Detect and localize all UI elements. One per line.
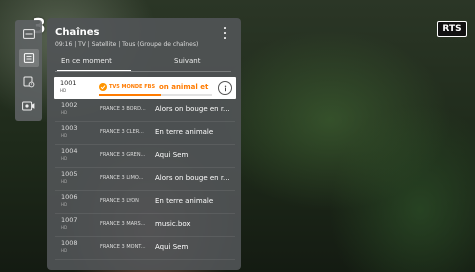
hd-badge: HD — [60, 88, 67, 93]
channel-list-icon — [23, 53, 34, 63]
info-button[interactable] — [218, 81, 232, 95]
channel-name: FRANCE 3 MARS... — [100, 221, 146, 227]
channel-number: 1005 — [61, 170, 78, 178]
channel-name: FRANCE 3 CLER... — [100, 129, 144, 135]
hd-badge: HD — [61, 133, 68, 138]
channel-row[interactable]: 1004 HD FRANCE 3 GREN... Aqui Sem — [55, 145, 235, 168]
channel-row[interactable]: 1007 HD FRANCE 3 MARS... music.box — [55, 214, 235, 237]
tv-guide-icon — [22, 29, 35, 39]
channel-number: 1002 — [61, 101, 78, 109]
more-options-button[interactable] — [221, 26, 229, 40]
tab-active-indicator — [57, 70, 131, 72]
channel-number: 1003 — [61, 124, 78, 132]
channel-list: 1001 HD TV5 MONDE FBS on animal et mo 10… — [54, 77, 236, 260]
channel-number: 1007 — [61, 216, 78, 224]
tv-guide-button[interactable] — [19, 25, 39, 43]
channel-number: 1008 — [61, 239, 78, 247]
more-vert-icon — [224, 27, 226, 29]
channel-name: FRANCE 3 BORD... — [100, 106, 146, 112]
channel-name: FRANCE 3 MONT... — [100, 244, 146, 250]
program-title: on animal et mo — [159, 83, 209, 91]
program-title: Aqui Sem — [155, 243, 189, 251]
hd-badge: HD — [61, 202, 68, 207]
hd-badge: HD — [61, 110, 68, 115]
program-progress-bar — [99, 94, 212, 96]
panel-title: Chaînes — [55, 27, 100, 38]
channel-row[interactable]: 1002 HD FRANCE 3 BORD... Alors on bouge … — [55, 99, 235, 122]
tab-next[interactable]: Suivant — [174, 57, 200, 65]
program-title: En terre animale — [155, 128, 214, 136]
channel-row[interactable]: 1003 HD FRANCE 3 CLER... En terre animal… — [55, 122, 235, 145]
channel-name: FRANCE 3 LYON — [100, 198, 139, 204]
info-icon — [224, 85, 226, 91]
channel-name: TV5 MONDE FBS — [109, 84, 156, 90]
channel-number: 1004 — [61, 147, 78, 155]
channel-number: 1006 — [61, 193, 78, 201]
recordings-button[interactable] — [19, 97, 39, 115]
tab-bar: En ce moment Suivant — [55, 57, 231, 73]
schedule-button[interactable] — [19, 73, 39, 91]
program-title: Alors on bouge en r... — [155, 174, 230, 182]
rts-logo: RTS — [437, 21, 467, 37]
channel-list-button[interactable] — [18, 49, 39, 67]
channel-name: FRANCE 3 LIMO... — [100, 175, 144, 181]
channel-row[interactable]: 1005 HD FRANCE 3 LIMO... Alors on bouge … — [55, 168, 235, 191]
recordings-icon — [22, 101, 35, 111]
channel-name: FRANCE 3 GREN... — [100, 152, 146, 158]
channels-panel: Chaînes 09:16 | TV | Satellite | Tous (G… — [47, 18, 241, 270]
program-title: music.box — [155, 220, 191, 228]
program-title: Aqui Sem — [155, 151, 189, 159]
schedule-icon — [23, 76, 34, 88]
channel-number: 1001 — [60, 79, 77, 87]
channel-row-selected[interactable]: 1001 HD TV5 MONDE FBS on animal et mo — [54, 77, 236, 99]
program-title: En terre animale — [155, 197, 214, 205]
program-title: Alors on bouge en r... — [155, 105, 230, 113]
hd-badge: HD — [61, 248, 68, 253]
channel-row[interactable]: 1006 HD FRANCE 3 LYON En terre animale — [55, 191, 235, 214]
check-icon — [99, 83, 107, 91]
panel-subtitle: 09:16 | TV | Satellite | Tous (Groupe de… — [55, 41, 199, 48]
channel-row[interactable]: 1008 HD FRANCE 3 MONT... Aqui Sem — [55, 237, 235, 260]
tab-now[interactable]: En ce moment — [61, 57, 112, 65]
hd-badge: HD — [61, 156, 68, 161]
hd-badge: HD — [61, 179, 68, 184]
hd-badge: HD — [61, 225, 68, 230]
side-rail — [15, 20, 42, 121]
